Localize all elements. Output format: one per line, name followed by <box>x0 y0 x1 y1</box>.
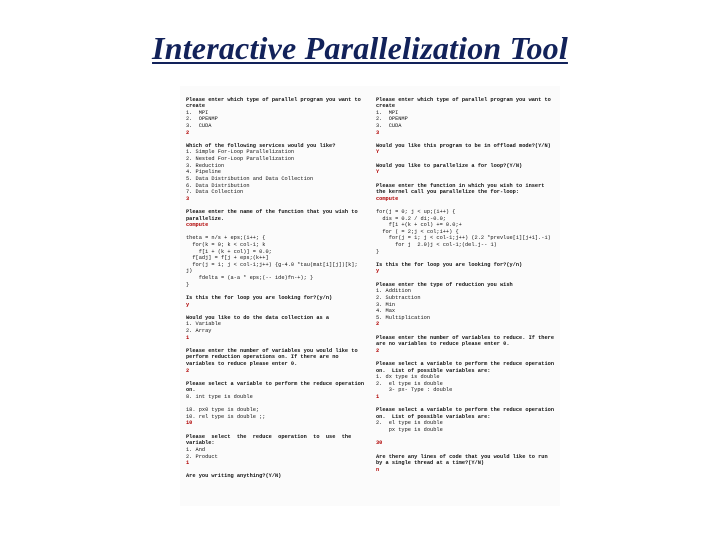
l-p1-header: Please enter which type of parallel prog… <box>186 97 364 110</box>
r-p6-ans: 2 <box>376 321 379 327</box>
l-p9-q: Are you writing anything?(Y/N) <box>186 473 281 479</box>
r-p8-ans: 1 <box>376 394 379 400</box>
r-p6-header: Please enter the type of reduction you w… <box>376 282 513 288</box>
r-code: for(j = 0; j < up;(i++) { dis = 0.2 / di… <box>376 209 551 255</box>
r-p4-header: Please enter the function in which you w… <box>376 183 548 196</box>
r-p7-ans: 2 <box>376 348 379 354</box>
r-p3-ans: Y <box>376 169 379 175</box>
r-p9-ans: 30 <box>376 440 382 446</box>
l-p2-header: Which of the following services would yo… <box>186 143 335 149</box>
r-p5-q: Is this the for loop you are looking for… <box>376 262 522 268</box>
l-p1-opts: 1. MPI 2. OPENMP 3. CUDA <box>186 110 218 129</box>
r-p8-opts: 1. dx type is double 2. el type is doubl… <box>376 374 452 393</box>
l-p5-opts: 1. Variable 2. Array <box>186 321 221 334</box>
slide: Interactive Parallelization Tool Please … <box>0 0 720 540</box>
l-p8-ans: 1 <box>186 460 189 466</box>
l-p6-ans: 2 <box>186 368 189 374</box>
r-p7-header: Please enter the number of variables to … <box>376 335 557 348</box>
terminal-screenshot: Please enter which type of parallel prog… <box>180 86 560 506</box>
r-p1-ans: 3 <box>376 130 379 136</box>
l-p5-header: Would you like to do the data collection… <box>186 315 329 321</box>
r-p3-q: Would you like to parallelize a for loop… <box>376 163 522 169</box>
r-p4-ans: compute <box>376 196 398 202</box>
r-p8-header: Please select a variable to perform the … <box>376 361 557 374</box>
l-p4-q: Is this the for loop you are looking for… <box>186 295 332 301</box>
r-p1-header: Please enter which type of parallel prog… <box>376 97 554 110</box>
r-p10-q: Are there any lines of code that you wou… <box>376 454 551 467</box>
page-title: Interactive Parallelization Tool <box>0 30 720 67</box>
l-p8-opts: 1. And 2. Product <box>186 447 218 460</box>
l-p5-ans: 1 <box>186 335 189 341</box>
l-p7-opts: 8. int type is double 18. px0 type is do… <box>186 394 265 420</box>
r-p9-header: Please select a variable to perform the … <box>376 407 557 420</box>
l-p8-header: Please select the reduce operation to us… <box>186 434 354 447</box>
l-p3-header: Please enter the name of the function th… <box>186 209 361 222</box>
l-p7-header: Please select a variable to perform the … <box>186 381 367 394</box>
right-column: Please enter which type of parallel prog… <box>370 86 560 506</box>
r-p1-opts: 1. MPI 2. OPENMP 3. CUDA <box>376 110 408 129</box>
r-p5-ans: y <box>376 268 379 274</box>
r-p6-opts: 1. Addition 2. Subtraction 3. Min 4. Max… <box>376 288 430 320</box>
l-p4-ans: y <box>186 302 189 308</box>
left-column: Please enter which type of parallel prog… <box>180 86 370 506</box>
l-p2-ans: 3 <box>186 196 189 202</box>
l-code: theta = n/s + eps;(i++; { for(k = 0; k <… <box>186 235 361 287</box>
l-p7-ans: 10 <box>186 420 192 426</box>
r-p2-q: Would you like this program to be in off… <box>376 143 551 149</box>
r-p10-ans: n <box>376 467 379 473</box>
l-p6-header: Please enter the number of variables you… <box>186 348 361 367</box>
l-p3-ans: compute <box>186 222 208 228</box>
r-p2-ans: Y <box>376 149 379 155</box>
l-p1-ans: 2 <box>186 130 189 136</box>
l-p2-opts: 1. Simple For-Loop Parallelization 2. Ne… <box>186 149 313 195</box>
r-p9-opts: 2. el type is double px type is double <box>376 420 443 433</box>
